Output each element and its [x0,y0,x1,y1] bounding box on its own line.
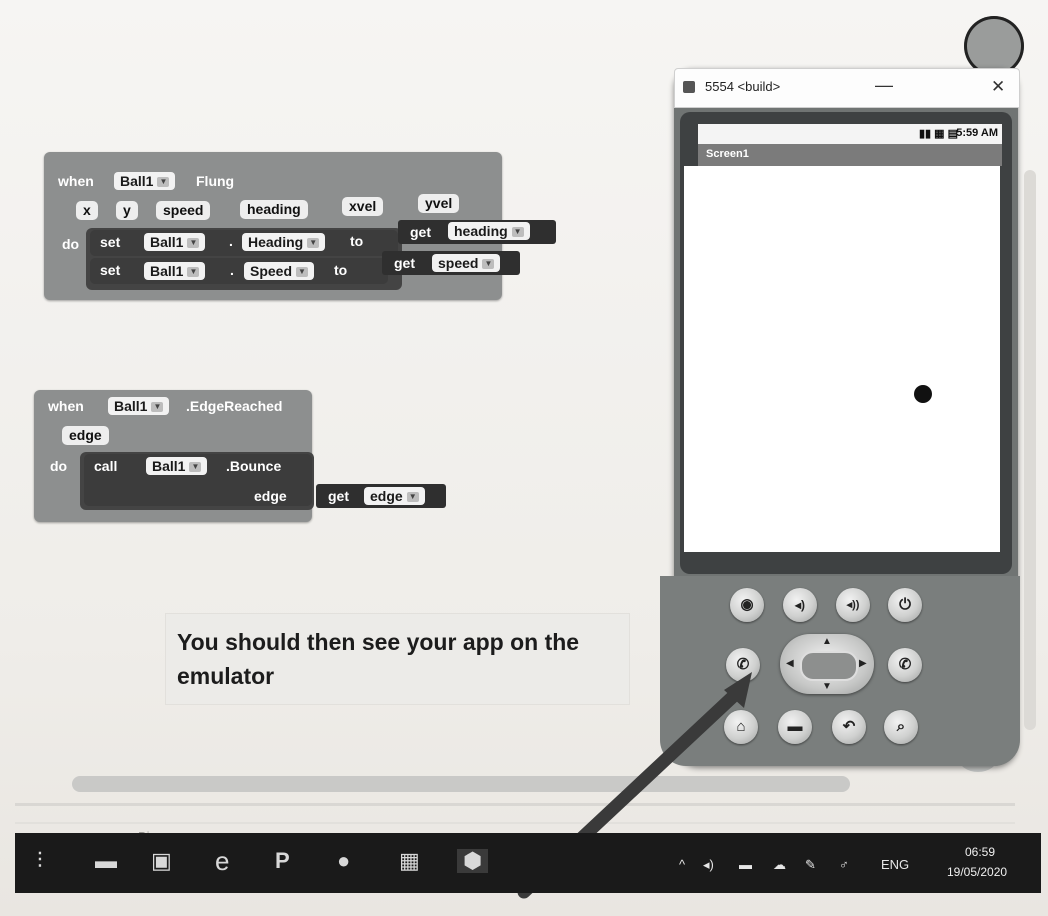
file-explorer-icon[interactable]: ▬ [95,849,117,873]
language-indicator[interactable]: ENG [881,857,909,872]
app-icon-5[interactable]: ● [337,849,350,873]
task-view-icon[interactable]: ⫶ [37,849,43,873]
pointer-arrow-icon [517,672,752,899]
show-hidden-icons[interactable]: ^ [679,857,685,872]
app-icon-6[interactable]: ▦ [399,849,420,873]
app-icon-7[interactable]: ⬢ [457,849,489,873]
volume-icon[interactable]: ◂) [703,857,714,873]
clock-time[interactable]: 06:59 [965,845,995,859]
store-icon[interactable]: ▣ [151,849,172,873]
windows-taskbar: ⫶ ▬ ▣ e P ● ▦ ⬢ ^ ◂) ▬ ☁ ✎ ♂ ENG 06:59 1… [15,833,1041,893]
pen-icon[interactable]: ✎ [805,857,816,873]
clock-date[interactable]: 19/05/2020 [947,865,1007,879]
network-icon[interactable]: ▬ [739,857,752,872]
powerpoint-icon[interactable]: P [275,849,290,873]
edge-browser-icon[interactable]: e [215,848,229,874]
tray-app-icon[interactable]: ♂ [839,857,849,872]
cloud-icon[interactable]: ☁ [773,857,786,873]
